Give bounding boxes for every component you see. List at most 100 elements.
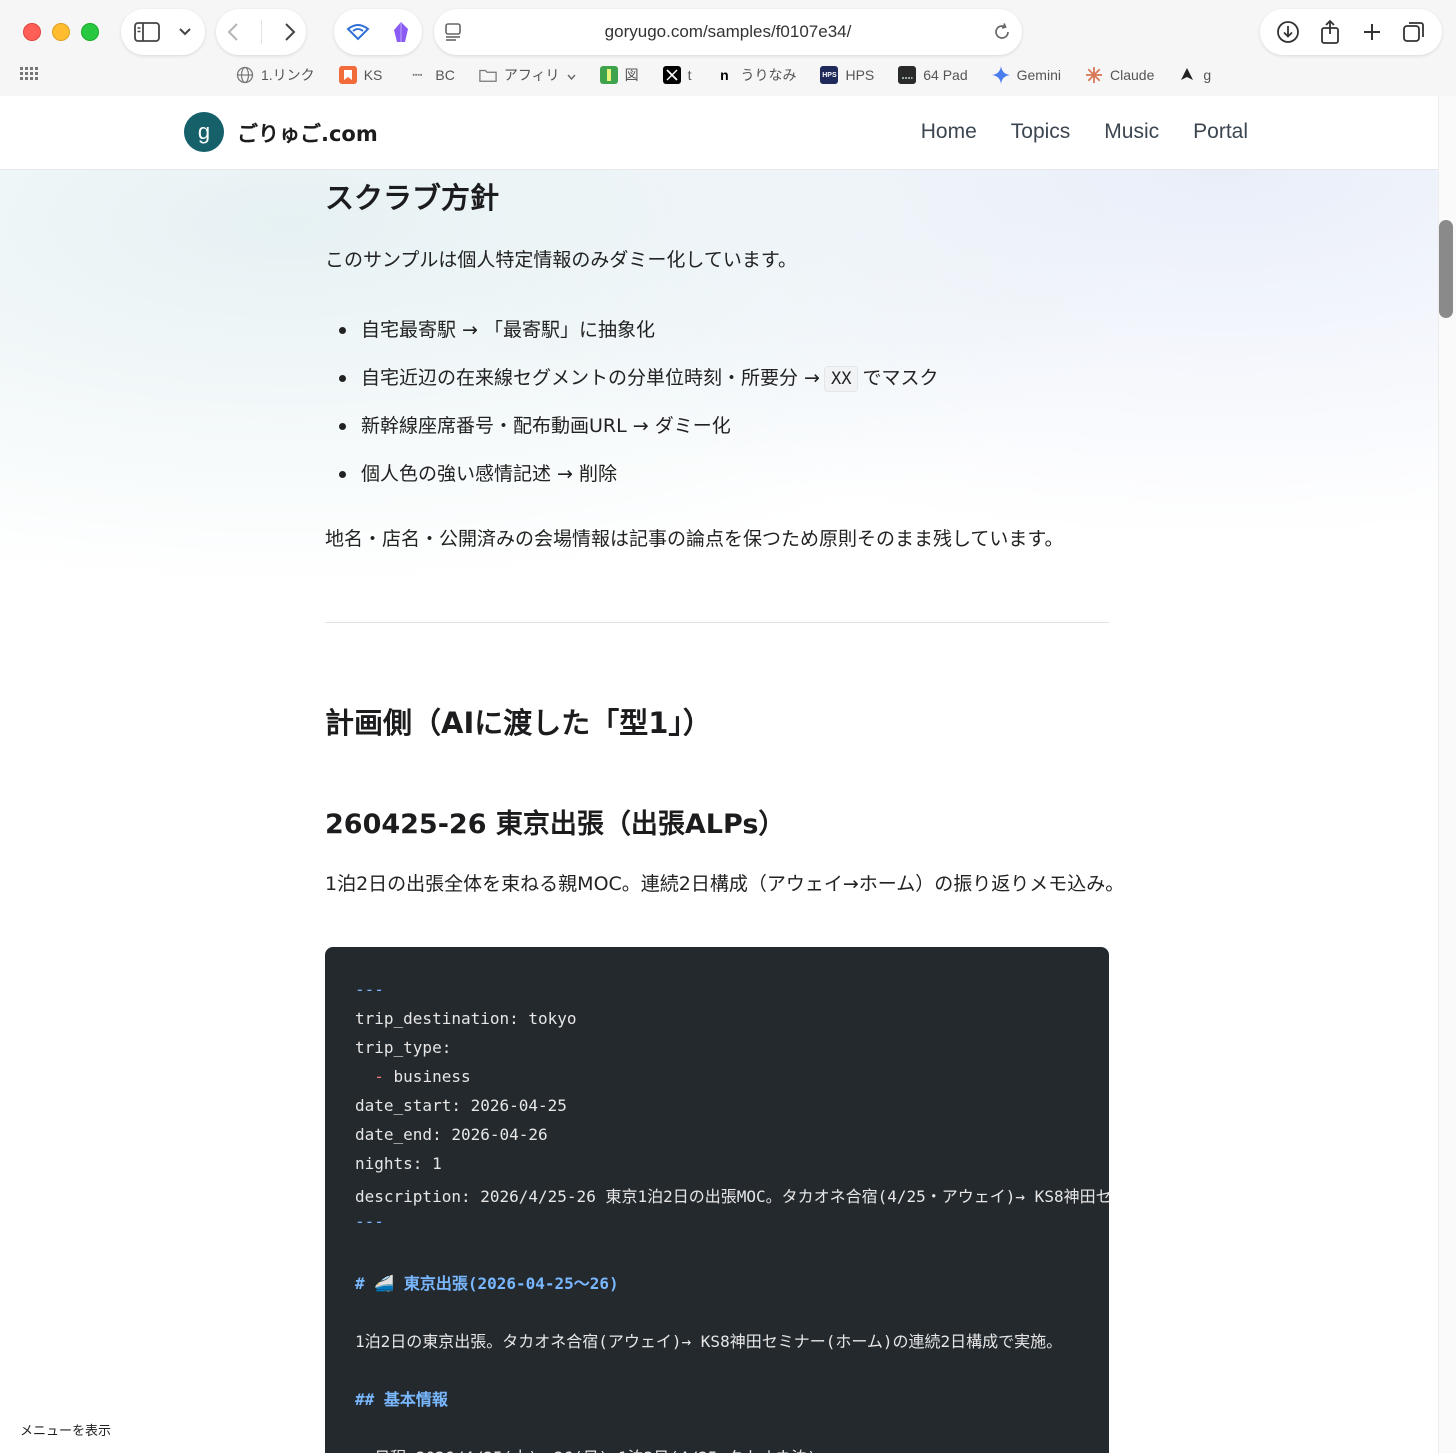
- folder-icon: [479, 66, 497, 84]
- scrub-policy-heading: スクラブ方針: [325, 181, 500, 215]
- bookmark-link[interactable]: 1.リンク: [236, 65, 315, 85]
- hps-icon: HPS: [820, 66, 839, 84]
- nav-home[interactable]: Home: [921, 120, 977, 144]
- bookmark-g[interactable]: g: [1178, 66, 1211, 84]
- list-item-text: 個人色の強い感情記述 → 削除: [361, 463, 617, 485]
- chevron-down-icon: [567, 67, 576, 83]
- back-arrow-icon[interactable]: [227, 22, 239, 42]
- apps-grid-icon[interactable]: [20, 66, 38, 85]
- bookmark-64pad[interactable]: 64 Pad: [898, 66, 968, 84]
- site-logo-icon[interactable]: g: [184, 112, 224, 152]
- bookmark-label: g: [1203, 67, 1212, 83]
- bookmark-icon: [338, 66, 357, 84]
- list-item: 個人色の強い感情記述 → 削除: [325, 460, 1109, 508]
- bookmark-label: 1.リンク: [261, 67, 315, 83]
- show-menu-text[interactable]: メニューを表示: [20, 1420, 111, 1439]
- scrub-bullet-list: 自宅最寄駅 → 「最寄駅」に抽象化 自宅近辺の在来線セグメントの分単位時刻・所要…: [325, 316, 1109, 508]
- nav-portal[interactable]: Portal: [1193, 120, 1248, 144]
- code-line: trip_destination: tokyo: [355, 1009, 577, 1028]
- list-item: 新幹線座席番号・配布動画URL → ダミー化: [325, 412, 1109, 460]
- list-item: 自宅最寄駅 → 「最寄駅」に抽象化: [325, 316, 1109, 364]
- bookmark-bc[interactable]: ▪▪▪▪ BC: [406, 66, 454, 84]
- scrub-intro: このサンプルは個人特定情報のみダミー化しています。: [325, 249, 797, 271]
- code-line: trip_type:: [355, 1038, 452, 1057]
- sidebar-icon[interactable]: [134, 22, 160, 42]
- nav-divider: [260, 20, 262, 44]
- section-divider: [325, 622, 1109, 623]
- bookmark-ks[interactable]: KS: [338, 66, 383, 84]
- bookmark-label: うりなみ: [740, 67, 797, 83]
- list-item-text: 自宅近辺の在来線セグメントの分単位時刻・所要分 →: [361, 367, 820, 389]
- plan-heading: 計画側（AIに渡した「型1」）: [325, 706, 712, 740]
- site-name[interactable]: ごりゅご.com: [237, 118, 378, 148]
- bookmarks-bar: 1.リンク KS ▪▪▪▪ BC アフィリ 図 t n うりなみ HPS HPS…: [236, 63, 1211, 87]
- x-icon: [662, 66, 681, 84]
- chevron-down-icon[interactable]: [178, 27, 192, 37]
- bookmark-label: 64 Pad: [923, 67, 968, 83]
- bookmark-gemini[interactable]: Gemini: [991, 66, 1061, 84]
- bookmark-label: KS: [363, 67, 383, 83]
- n-icon: n: [720, 67, 729, 83]
- wifi-extension-icon[interactable]: [346, 23, 370, 41]
- code-block: --- trip_destination: tokyo trip_type: - b…: [325, 947, 1109, 1453]
- code-line: date_end: 2026-04-26: [355, 1125, 548, 1144]
- code-line: description: 2026/4/25-26 東京1泊2日の出張MOC。タ…: [355, 1187, 1109, 1206]
- code-line: - business: [374, 1067, 471, 1086]
- forward-arrow-icon[interactable]: [284, 22, 296, 42]
- url-text: goryugo.com/samples/f0107e34/: [604, 22, 852, 41]
- bookmark-label: HPS: [845, 67, 875, 83]
- nav-topics[interactable]: Topics: [1011, 120, 1071, 144]
- new-tab-icon[interactable]: [1361, 21, 1383, 43]
- scrub-note: 地名・店名・公開済みの会場情報は記事の論点を保つため原則そのまま残しています。: [325, 528, 1064, 550]
- code-line: date_start: 2026-04-25: [355, 1096, 567, 1115]
- code-line: 1泊2日の東京出張。タカオネ合宿(アウェイ)→ KS8神田セミナー(ホーム)の連…: [355, 1332, 1063, 1351]
- trip-heading: 260425-26 東京出張（出張ALPs）: [325, 809, 786, 840]
- history-nav-group: [216, 9, 306, 55]
- code-line: ---: [355, 980, 384, 999]
- browser-toolbar: goryugo.com/samples/f0107e34/ 1.リンク KS ▪…: [0, 0, 1456, 96]
- bookmark-label: Gemini: [1016, 67, 1061, 83]
- site-header: g ごりゅご.com Home Topics Music Portal: [0, 96, 1438, 170]
- list-item-text: 新幹線座席番号・配布動画URL → ダミー化: [361, 415, 731, 437]
- extensions-group: [334, 9, 422, 55]
- bc-icon: ▪▪▪▪: [412, 71, 423, 79]
- sidebar-toggle-group: [121, 9, 205, 55]
- gemini-icon: [991, 66, 1010, 84]
- bookmark-x[interactable]: t: [662, 66, 692, 84]
- code-line: nights: 1: [355, 1154, 442, 1173]
- code-line: ---: [355, 1212, 384, 1231]
- code-line: - 日程:2026/4/25(土)〜26(日) 1泊2日(4/25 タカオネ泊): [355, 1444, 817, 1453]
- green-app-icon: [599, 66, 618, 84]
- list-dash: -: [374, 1067, 384, 1086]
- bookmark-claude[interactable]: Claude: [1085, 66, 1154, 84]
- bookmark-label: Claude: [1109, 67, 1155, 83]
- tab-overview-icon[interactable]: [1402, 20, 1426, 44]
- bookmark-label: アフィリ: [503, 67, 560, 83]
- bookmark-urinami[interactable]: n うりなみ: [715, 65, 796, 85]
- download-icon[interactable]: [1276, 20, 1300, 44]
- nav-music[interactable]: Music: [1104, 120, 1159, 144]
- share-icon[interactable]: [1319, 19, 1341, 45]
- close-window-button[interactable]: [23, 23, 41, 41]
- obsidian-extension-icon[interactable]: [392, 21, 410, 43]
- bookmark-label: BC: [435, 67, 455, 83]
- list-item-text: 自宅最寄駅 → 「最寄駅」に抽象化: [361, 319, 655, 341]
- pad-icon: [898, 66, 917, 84]
- globe-icon: [236, 66, 254, 84]
- scrollbar-thumb[interactable]: [1439, 220, 1453, 318]
- address-bar[interactable]: goryugo.com/samples/f0107e34/: [434, 9, 1022, 55]
- toolbar-actions-group: [1260, 9, 1442, 55]
- minimize-window-button[interactable]: [52, 23, 70, 41]
- bookmark-affiliate-folder[interactable]: アフィリ: [479, 65, 576, 85]
- zoom-window-button[interactable]: [81, 23, 99, 41]
- inline-code: XX: [823, 366, 859, 392]
- code-line: ## 基本情報: [355, 1390, 448, 1409]
- bookmark-label: t: [687, 67, 692, 83]
- list-item-text: でマスク: [862, 367, 939, 389]
- reload-icon[interactable]: [992, 22, 1012, 42]
- bookmark-zu[interactable]: 図: [599, 65, 639, 85]
- list-item: 自宅近辺の在来線セグメントの分単位時刻・所要分 → XX でマスク: [325, 364, 1109, 412]
- claude-icon: [1085, 66, 1103, 84]
- bookmark-hps[interactable]: HPS HPS: [820, 66, 874, 84]
- list-dash: -: [355, 1448, 365, 1453]
